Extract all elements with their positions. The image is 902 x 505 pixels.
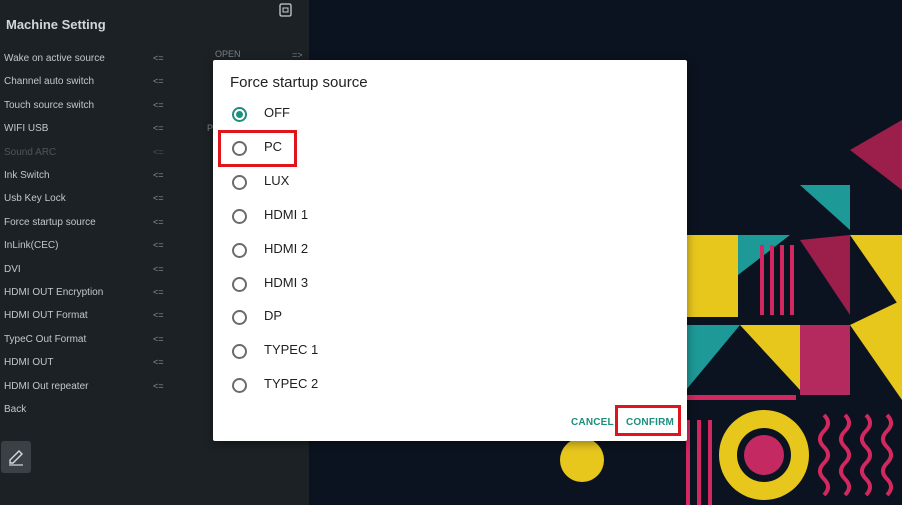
dialog-title: Force startup source	[230, 74, 368, 91]
setting-label: HDMI OUT Encryption	[4, 287, 104, 298]
left-arrow[interactable]: <=	[153, 281, 164, 304]
setting-label: Ink Switch	[4, 170, 50, 181]
option-label: HDMI 3	[264, 274, 309, 290]
source-option-hdmi-1[interactable]: HDMI 1	[213, 199, 687, 233]
source-option-lux[interactable]: LUX	[213, 165, 687, 199]
setting-label: Usb Key Lock	[4, 193, 66, 205]
force-startup-source-dialog: Force startup source OFF PC LUX HDMI 1 HDMI …	[213, 60, 687, 441]
confirm-button[interactable]: CONFIRM	[626, 417, 674, 428]
setting-label: HDMI OUT	[4, 357, 54, 369]
left-arrow[interactable]: <=	[153, 187, 164, 210]
setting-label: Force startup source	[4, 216, 96, 228]
option-label: LUX	[264, 172, 290, 188]
left-arrow[interactable]: <=	[153, 375, 164, 398]
setting-label: HDMI Out repeater	[4, 380, 89, 392]
source-option-dp[interactable]: DP	[213, 300, 687, 334]
option-label: TYPEC 2	[264, 376, 319, 392]
radio-dot	[236, 111, 243, 118]
left-arrow[interactable]: <=	[153, 47, 164, 70]
left-arrow[interactable]: <=	[153, 164, 164, 187]
pc-highlight-box	[218, 130, 297, 167]
setting-label: TypeC Out Format	[4, 333, 87, 345]
setting-label: WIFI USB	[4, 123, 49, 135]
radio-button[interactable]	[232, 378, 247, 394]
left-arrow[interactable]: <=	[153, 234, 164, 257]
radio-button[interactable]	[232, 310, 247, 326]
left-arrow[interactable]: <=	[153, 70, 164, 93]
edit-button[interactable]	[1, 441, 31, 473]
radio-button[interactable]	[232, 174, 247, 190]
radio-button[interactable]	[232, 107, 247, 122]
source-option-typec-1[interactable]: TYPEC 1	[213, 334, 687, 368]
setting-label: Back	[4, 404, 27, 415]
option-label: TYPEC 1	[264, 342, 319, 358]
source-option-typec-2[interactable]: TYPEC 2	[213, 368, 687, 402]
cancel-button[interactable]: CANCEL	[571, 417, 614, 428]
option-label: HDMI 2	[264, 240, 309, 256]
left-arrow[interactable]: <=	[153, 94, 164, 117]
option-label: OFF	[264, 105, 290, 120]
radio-button[interactable]	[232, 276, 247, 292]
source-option-off[interactable]: OFF	[213, 97, 687, 131]
setting-label: Channel auto switch	[4, 76, 95, 88]
radio-button[interactable]	[232, 208, 247, 224]
settings-title: Machine Setting	[6, 17, 106, 32]
left-arrow[interactable]: <=	[153, 328, 164, 351]
radio-button[interactable]	[232, 344, 247, 360]
left-arrow[interactable]: <=	[153, 117, 164, 140]
left-arrow[interactable]: <=	[153, 351, 164, 374]
radio-button[interactable]	[232, 242, 247, 258]
left-arrow[interactable]: <=	[153, 141, 164, 164]
setting-label: Sound ARC	[4, 146, 57, 158]
left-arrow[interactable]: <=	[153, 304, 164, 327]
setting-label: Touch source switch	[4, 99, 95, 111]
setting-label: DVI	[4, 263, 21, 275]
setting-label: Wake on active source	[4, 53, 105, 64]
setting-label: InLink(CEC)	[4, 240, 59, 252]
pencil-icon	[9, 450, 23, 466]
left-arrow[interactable]: <=	[153, 258, 164, 281]
source-option-hdmi-2[interactable]: HDMI 2	[213, 233, 687, 267]
source-option-hdmi-3[interactable]: HDMI 3	[213, 267, 687, 301]
option-label: HDMI 1	[264, 206, 309, 222]
setting-label: HDMI OUT Format	[4, 310, 88, 322]
option-label: DP	[264, 308, 283, 324]
left-arrow[interactable]: <=	[153, 211, 164, 234]
screen-icon[interactable]	[278, 3, 293, 18]
